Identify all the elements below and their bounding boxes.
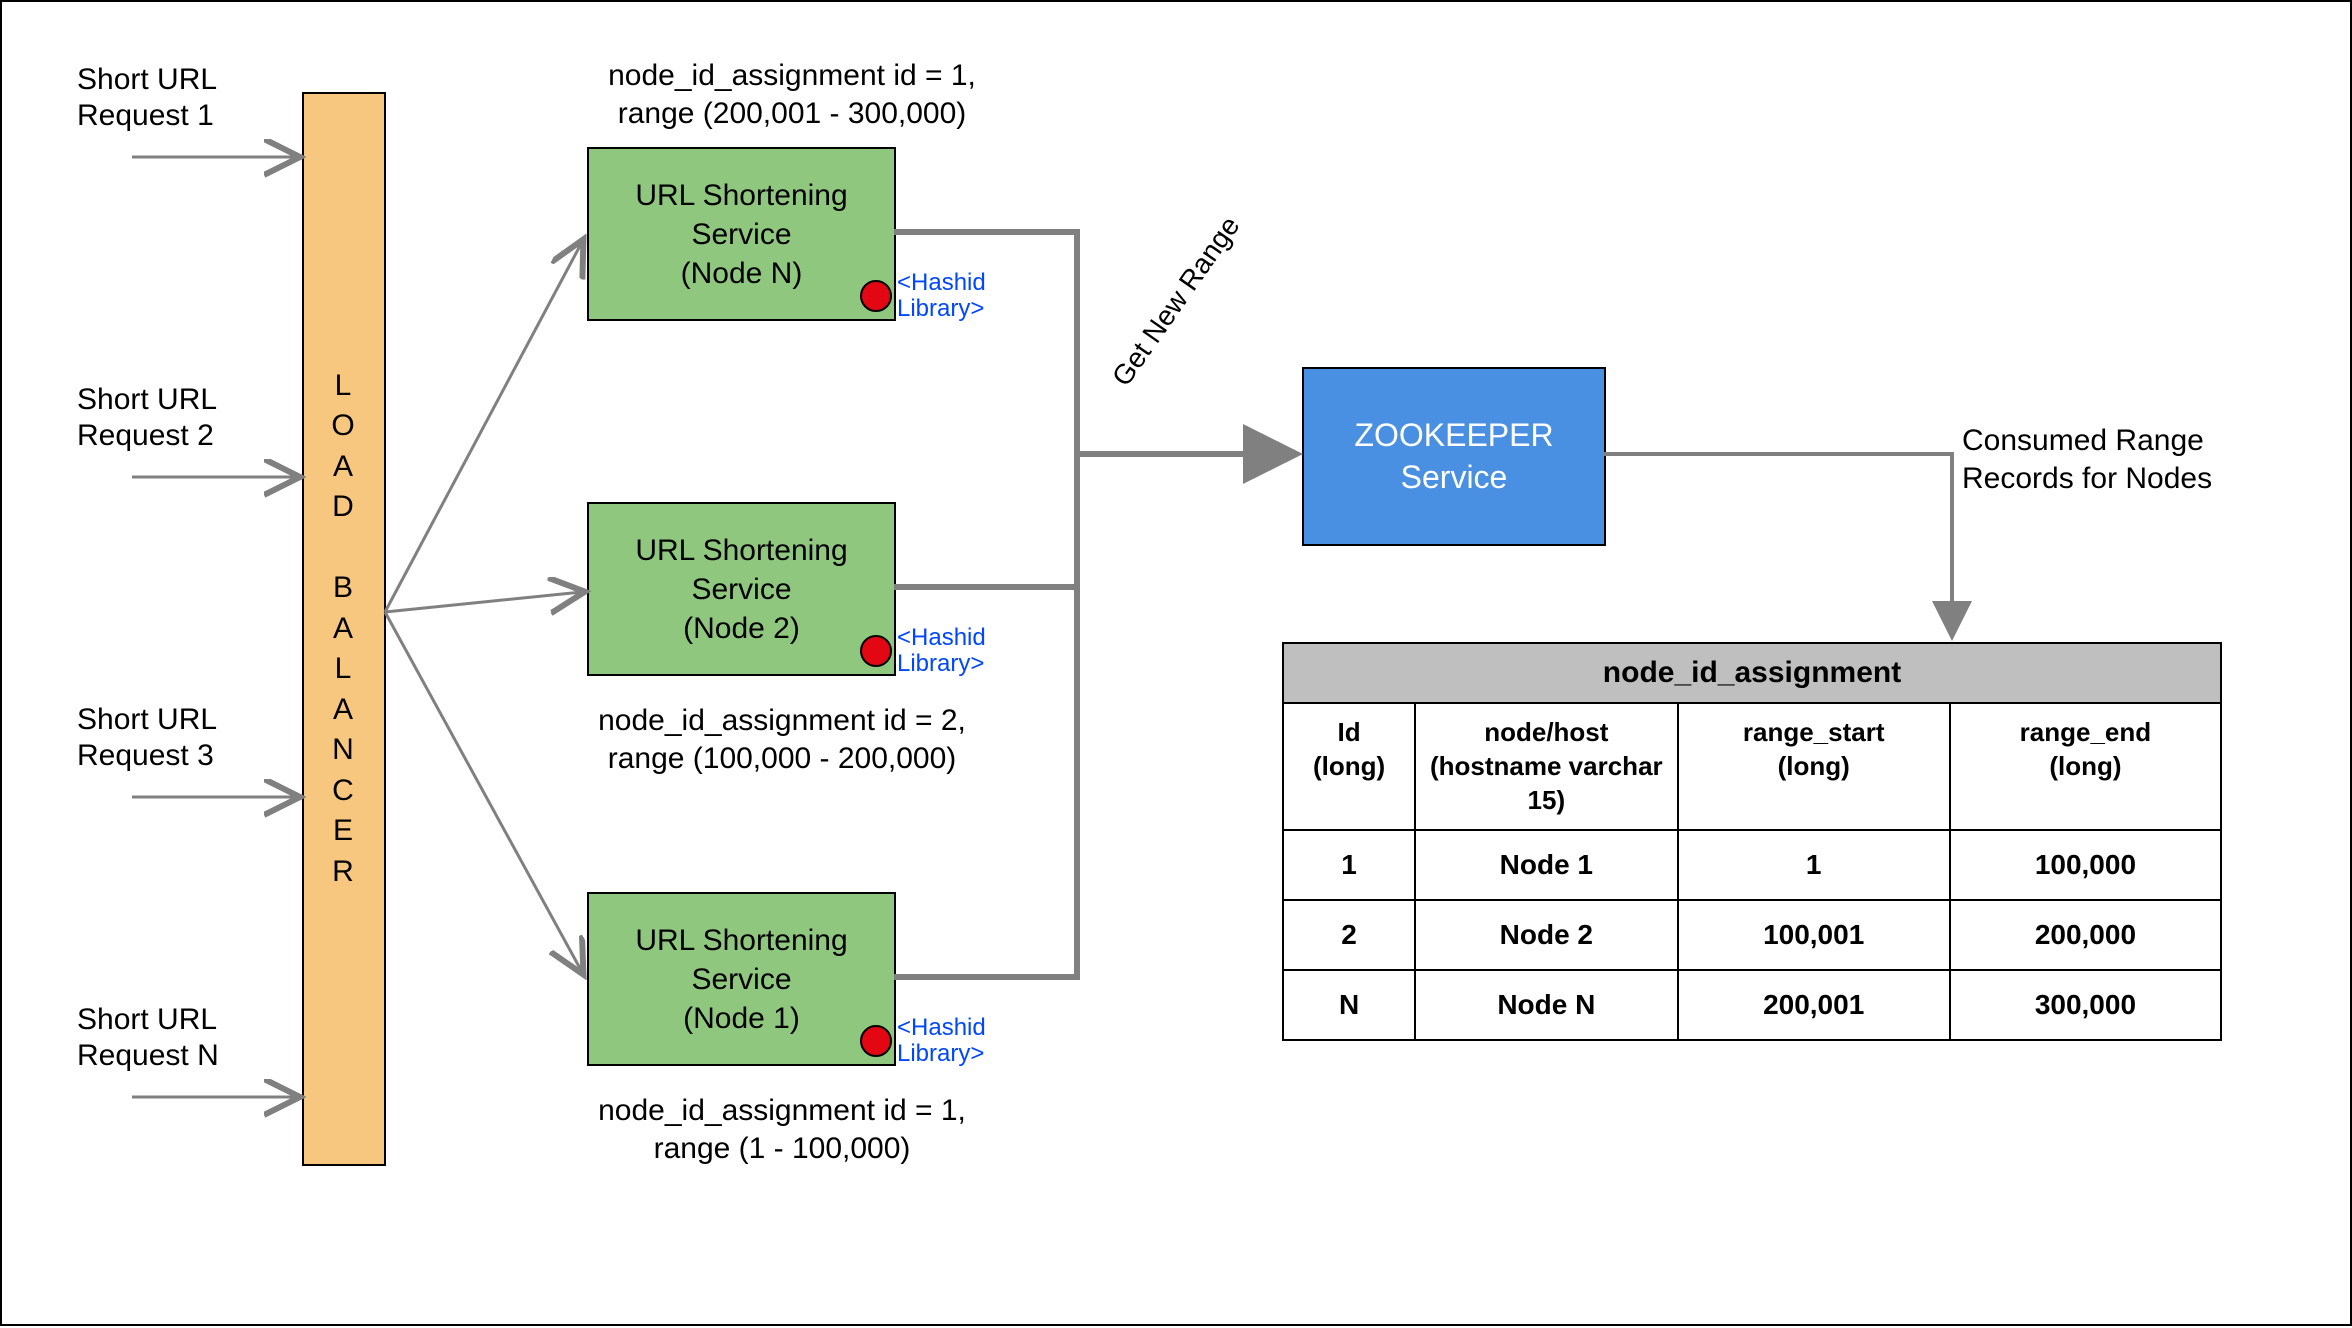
text: Get New Range	[1106, 211, 1246, 392]
text: node_id_assignment id = 1,	[598, 1094, 966, 1127]
text: (long)	[2049, 751, 2121, 781]
service-node-n-box: URL Shortening Service (Node N)	[587, 147, 896, 321]
col-host: node/host (hostname varchar 15)	[1415, 703, 1677, 830]
text: Short URL	[77, 703, 217, 736]
text: Short URL	[77, 1003, 217, 1036]
hashid-label-2: <HashidLibrary>	[897, 625, 986, 678]
text	[339, 528, 349, 569]
text: B	[333, 568, 355, 609]
zookeeper-box: ZOOKEEPER Service	[1302, 367, 1606, 546]
get-new-range-label: Get New Range	[1106, 211, 1246, 393]
col-id: Id (long)	[1283, 703, 1415, 830]
text: D	[332, 487, 356, 528]
cell: Node 1	[1415, 830, 1677, 900]
request-3-label: Short URL Request 3	[77, 702, 217, 774]
text: Service	[691, 963, 791, 996]
hashid-dot-icon	[860, 280, 892, 312]
text: (Node 2)	[683, 612, 800, 645]
text: (Node N)	[681, 257, 803, 290]
table-title-row: node_id_assignment	[1283, 643, 2221, 703]
text: range_start	[1743, 717, 1885, 747]
text: A	[333, 447, 355, 488]
table-row: N Node N 200,001 300,000	[1283, 970, 2221, 1040]
col-end: range_end (long)	[1950, 703, 2221, 830]
text: ZOOKEEPER	[1354, 417, 1553, 453]
text: Short URL	[77, 63, 217, 96]
text: URL Shortening	[635, 534, 847, 567]
hashid-label-n: <HashidLibrary>	[897, 270, 986, 323]
table-row: 1 Node 1 1 100,000	[1283, 830, 2221, 900]
text: Service	[691, 573, 791, 606]
text: Id	[1338, 717, 1361, 747]
service-node-2-box: URL Shortening Service (Node 2)	[587, 502, 896, 676]
service-1-caption: node_id_assignment id = 1, range (1 - 10…	[542, 1092, 1022, 1167]
request-n-label: Short URL Request N	[77, 1002, 219, 1074]
node-id-assignment-table: node_id_assignment Id (long) node/host (…	[1282, 642, 2222, 1041]
text: (Node 1)	[683, 1002, 800, 1035]
cell: 100,001	[1678, 900, 1950, 970]
text: (long)	[1778, 751, 1850, 781]
cell: 2	[1283, 900, 1415, 970]
table-row: 2 Node 2 100,001 200,000	[1283, 900, 2221, 970]
cell: 100,000	[1950, 830, 2221, 900]
table-container: node_id_assignment Id (long) node/host (…	[1282, 642, 2222, 1041]
cell: 200,001	[1678, 970, 1950, 1040]
text: URL Shortening	[635, 179, 847, 212]
hashid-label-1: <HashidLibrary>	[897, 1015, 986, 1068]
cell: Node 2	[1415, 900, 1677, 970]
text: R	[332, 852, 356, 893]
text: Request 1	[77, 99, 214, 132]
text: URL Shortening	[635, 924, 847, 957]
text: (hostname varchar 15)	[1430, 751, 1663, 815]
hashid-dot-icon	[860, 1025, 892, 1057]
consumed-range-label: Consumed Range Records for Nodes	[1962, 422, 2212, 497]
text: E	[333, 811, 355, 852]
text: Records for Nodes	[1962, 462, 2212, 495]
text: A	[333, 609, 355, 650]
text: Request 2	[77, 419, 214, 452]
cell: 1	[1283, 830, 1415, 900]
text: L	[335, 366, 354, 407]
text: L	[335, 649, 354, 690]
service-2-caption: node_id_assignment id = 2, range (100,00…	[542, 702, 1022, 777]
cell: 300,000	[1950, 970, 2221, 1040]
text: Service	[1401, 459, 1508, 495]
cell: 200,000	[1950, 900, 2221, 970]
hashid-dot-icon	[860, 635, 892, 667]
text: node/host	[1484, 717, 1608, 747]
cell: 1	[1678, 830, 1950, 900]
text: Consumed Range	[1962, 424, 2204, 457]
text: C	[332, 771, 356, 812]
text: (long)	[1313, 751, 1385, 781]
service-n-caption: node_id_assignment id = 1, range (200,00…	[552, 57, 1032, 132]
request-2-label: Short URL Request 2	[77, 382, 217, 454]
request-1-label: Short URL Request 1	[77, 62, 217, 134]
text: node_id_assignment id = 1,	[608, 59, 976, 92]
cell: N	[1283, 970, 1415, 1040]
col-start: range_start (long)	[1678, 703, 1950, 830]
text: Short URL	[77, 383, 217, 416]
text: range (100,000 - 200,000)	[608, 742, 957, 775]
text: Request N	[77, 1039, 219, 1072]
text: Service	[691, 218, 791, 251]
text: node_id_assignment id = 2,	[598, 704, 966, 737]
text: range_end	[2020, 717, 2152, 747]
load-balancer-box: L O A D B A L A N C E R	[302, 92, 386, 1166]
text: N	[332, 730, 356, 771]
cell: Node N	[1415, 970, 1677, 1040]
text: O	[331, 406, 356, 447]
diagram-canvas: Short URL Request 1 Short URL Request 2 …	[0, 0, 2352, 1326]
table-header-row: Id (long) node/host (hostname varchar 15…	[1283, 703, 2221, 830]
text: range (1 - 100,000)	[654, 1132, 911, 1165]
text: A	[333, 690, 355, 731]
service-node-1-box: URL Shortening Service (Node 1)	[587, 892, 896, 1066]
text: range (200,001 - 300,000)	[618, 97, 967, 130]
text: Request 3	[77, 739, 214, 772]
table-title: node_id_assignment	[1283, 643, 2221, 703]
